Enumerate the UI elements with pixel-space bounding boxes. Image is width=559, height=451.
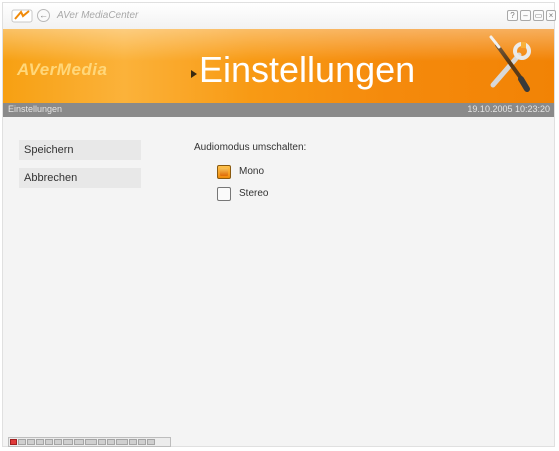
mono-option-radio[interactable]	[217, 165, 231, 179]
stop-button[interactable]	[18, 439, 26, 445]
channel-down-button[interactable]	[98, 439, 106, 445]
app-title: AVer MediaCenter	[57, 10, 139, 21]
page-title: Einstellungen	[199, 49, 416, 90]
volume-up-button[interactable]	[138, 439, 146, 445]
volume-button[interactable]	[116, 439, 128, 445]
status-bar: Einstellungen 19.10.2005 10:23:20	[3, 103, 554, 117]
breadcrumb: Einstellungen	[8, 104, 63, 114]
play-button[interactable]	[27, 439, 35, 445]
audio-mode-label: Audiomodus umschalten:	[194, 142, 307, 153]
mute-button[interactable]	[147, 439, 155, 445]
title-bar: ← AVer MediaCenter ? – ▭ ×	[3, 3, 556, 30]
restore-icon[interactable]: ▭	[533, 10, 544, 21]
pause-button[interactable]	[36, 439, 44, 445]
forward-button[interactable]	[54, 439, 62, 445]
skip-back-button[interactable]	[63, 439, 73, 445]
app-window: ← AVer MediaCenter ? – ▭ × AVerMedia Ein…	[2, 2, 556, 447]
brand-logo: AVerMedia	[17, 60, 108, 79]
stereo-option-label[interactable]: Stereo	[239, 188, 268, 199]
minimize-icon[interactable]: –	[520, 10, 531, 21]
close-icon[interactable]: ×	[546, 10, 556, 21]
header-banner: AVerMedia Einstellungen	[3, 29, 554, 103]
header-arrow-icon	[191, 70, 197, 78]
datetime-readout: 19.10.2005 10:23:20	[467, 104, 550, 114]
record-button[interactable]	[10, 439, 17, 445]
help-icon[interactable]: ?	[507, 10, 518, 21]
stereo-option-radio[interactable]	[217, 187, 231, 201]
save-button[interactable]: Speichern	[19, 140, 141, 160]
back-icon[interactable]: ←	[37, 9, 50, 22]
rewind-button[interactable]	[45, 439, 53, 445]
volume-down-button[interactable]	[129, 439, 137, 445]
channel-button[interactable]	[85, 439, 97, 445]
skip-forward-button[interactable]	[74, 439, 84, 445]
app-logo-icon[interactable]	[11, 8, 33, 24]
channel-up-button[interactable]	[107, 439, 115, 445]
cancel-button[interactable]: Abbrechen	[19, 168, 141, 188]
player-toolbar	[8, 437, 171, 447]
tools-icon	[489, 35, 531, 92]
mono-option-label[interactable]: Mono	[239, 166, 264, 177]
